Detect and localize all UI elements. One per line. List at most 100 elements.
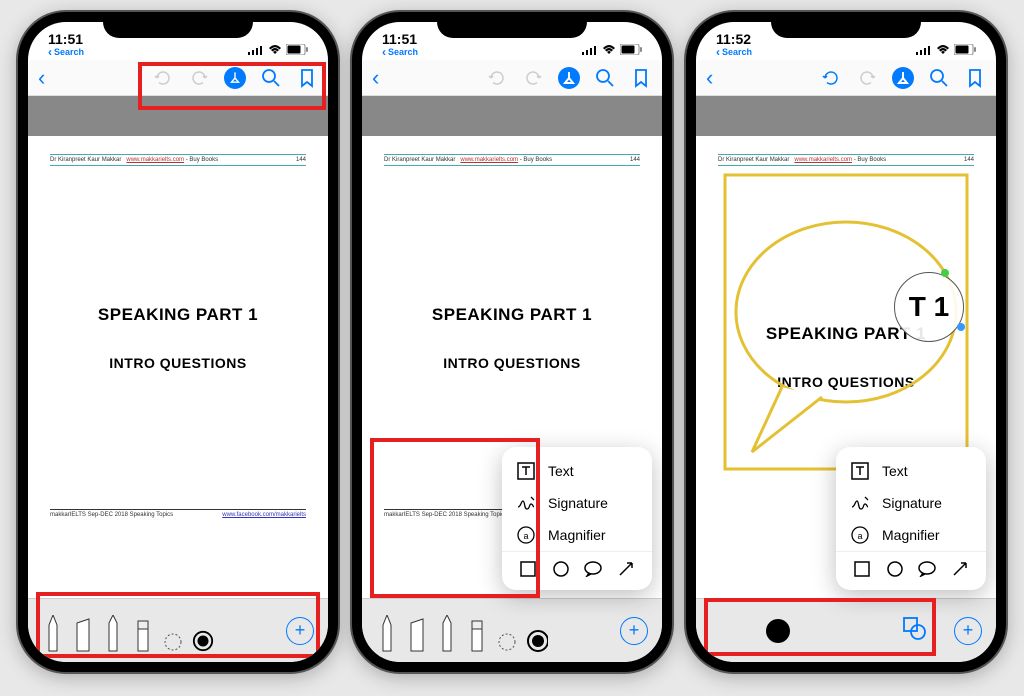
magnifier-icon: a <box>850 525 870 545</box>
circle-shape[interactable] <box>886 560 904 578</box>
color-tool[interactable] <box>192 613 214 653</box>
bookmark-icon[interactable] <box>964 67 986 89</box>
doc-footer: makkarIELTS Sep-DEC 2018 Speaking Topics… <box>50 509 306 518</box>
undo-icon[interactable] <box>486 67 508 89</box>
popup-shapes-row <box>502 551 652 582</box>
add-annotation-button[interactable]: + <box>620 617 648 645</box>
back-button[interactable]: ‹ <box>706 65 713 91</box>
pen-tool[interactable] <box>376 613 398 653</box>
back-button[interactable]: ‹ <box>38 65 45 91</box>
popup-signature-label: Signature <box>548 495 608 511</box>
grey-strip-top <box>362 96 662 136</box>
popup-text-option[interactable]: Text <box>836 455 986 487</box>
bookmark-icon[interactable] <box>296 67 318 89</box>
signal-icon <box>248 43 264 58</box>
popup-magnifier-option[interactable]: a Magnifier <box>502 519 652 551</box>
signal-icon <box>582 43 598 58</box>
add-annotation-button[interactable]: + <box>286 617 314 645</box>
eraser-tool[interactable] <box>132 613 154 653</box>
popup-text-option[interactable]: Text <box>502 455 652 487</box>
back-to-search[interactable]: Search <box>716 46 752 58</box>
resize-handle-icon[interactable] <box>941 269 949 277</box>
markup-icon[interactable] <box>558 67 580 89</box>
lasso-tool[interactable] <box>162 613 184 653</box>
back-to-search[interactable]: Search <box>48 46 84 58</box>
popup-signature-option[interactable]: Signature <box>836 487 986 519</box>
back-button[interactable]: ‹ <box>372 65 379 91</box>
markup-icon[interactable] <box>892 67 914 89</box>
popup-magnifier-label: Magnifier <box>548 527 606 543</box>
svg-text:a: a <box>857 531 862 541</box>
battery-icon <box>620 43 642 58</box>
arrow-shape[interactable] <box>951 560 969 578</box>
add-annotation-button[interactable]: + <box>954 617 982 645</box>
nav-bar: ‹ <box>28 60 328 96</box>
search-icon[interactable] <box>594 67 616 89</box>
nav-bar: ‹ <box>696 60 996 96</box>
screen-2: 11:51 Search ‹ Dr Kiranpreet Kaur Ma <box>362 22 662 662</box>
search-icon[interactable] <box>260 67 282 89</box>
grey-strip-top <box>696 96 996 136</box>
popup-signature-option[interactable]: Signature <box>502 487 652 519</box>
pencil-tool[interactable] <box>102 613 124 653</box>
popup-magnifier-label: Magnifier <box>882 527 940 543</box>
circle-shape[interactable] <box>552 560 570 578</box>
status-time: 11:52 <box>716 32 752 46</box>
search-icon[interactable] <box>928 67 950 89</box>
phone-frame-1: 11:51 Search ‹ <box>18 12 338 672</box>
speech-bubble-shape[interactable] <box>918 560 936 578</box>
doc-header: Dr Kiranpreet Kaur Makkar www.makkarielt… <box>718 154 974 166</box>
back-to-search[interactable]: Search <box>382 46 418 58</box>
doc-title: SPEAKING PART 1 <box>432 305 592 325</box>
resize-handle-icon[interactable] <box>957 323 965 331</box>
magnifier-text: T 1 <box>909 291 949 323</box>
signature-icon <box>516 493 536 513</box>
redo-icon[interactable] <box>188 67 210 89</box>
document-page[interactable]: Dr Kiranpreet Kaur Makkar www.makkarielt… <box>28 136 328 536</box>
rectangle-shape[interactable] <box>853 560 871 578</box>
status-right <box>248 43 308 58</box>
speech-bubble-shape[interactable] <box>584 560 602 578</box>
arrow-shape[interactable] <box>617 560 635 578</box>
highlighter-tool[interactable] <box>406 613 428 653</box>
shape-style-toolbar: + <box>696 598 996 662</box>
grey-strip-top <box>28 96 328 136</box>
markup-toolbar: + <box>28 598 328 662</box>
rectangle-shape[interactable] <box>519 560 537 578</box>
text-icon <box>850 461 870 481</box>
bookmark-icon[interactable] <box>630 67 652 89</box>
add-annotation-popup: Text Signature a Magnifier <box>502 447 652 590</box>
wifi-icon <box>936 43 950 58</box>
magnifier-annotation[interactable]: T 1 <box>894 272 964 342</box>
markup-toolbar: + <box>362 598 662 662</box>
eraser-tool[interactable] <box>466 613 488 653</box>
add-annotation-popup: Text Signature a Magnifier <box>836 447 986 590</box>
doc-subtitle: INTRO QUESTIONS <box>443 355 580 371</box>
doc-header: Dr Kiranpreet Kaur Makkar www.makkarielt… <box>50 154 306 166</box>
undo-icon[interactable] <box>820 67 842 89</box>
pen-tool[interactable] <box>42 613 64 653</box>
redo-icon[interactable] <box>522 67 544 89</box>
doc-subtitle: INTRO QUESTIONS <box>109 355 246 371</box>
popup-magnifier-option[interactable]: a Magnifier <box>836 519 986 551</box>
popup-text-label: Text <box>548 463 574 479</box>
lasso-tool[interactable] <box>496 613 518 653</box>
notch <box>437 12 587 38</box>
battery-icon <box>954 43 976 58</box>
shape-style-button[interactable] <box>901 615 927 646</box>
undo-icon[interactable] <box>152 67 174 89</box>
phone-frame-3: 11:52 Search ‹ Dr Kiranpreet Kaur Ma <box>686 12 1006 672</box>
wifi-icon <box>602 43 616 58</box>
screen-1: 11:51 Search ‹ <box>28 22 328 662</box>
wifi-icon <box>268 43 282 58</box>
markup-icon[interactable] <box>224 67 246 89</box>
screen-3: 11:52 Search ‹ Dr Kiranpreet Kaur Ma <box>696 22 996 662</box>
fill-color-button[interactable] <box>766 619 790 643</box>
redo-icon[interactable] <box>856 67 878 89</box>
color-tool[interactable] <box>526 613 548 653</box>
signature-icon <box>850 493 870 513</box>
status-right <box>916 43 976 58</box>
pencil-tool[interactable] <box>436 613 458 653</box>
highlighter-tool[interactable] <box>72 613 94 653</box>
notch <box>771 12 921 38</box>
